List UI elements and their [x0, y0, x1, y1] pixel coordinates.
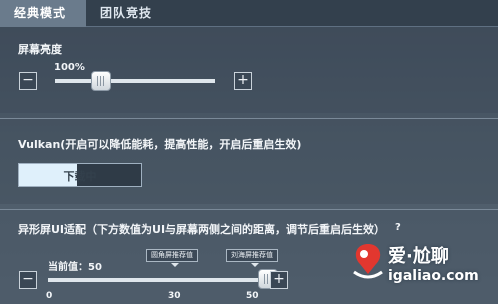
tick-30: 30 — [168, 291, 181, 301]
watermark-url: igaliao.com — [388, 268, 479, 284]
watermark: 爱·尬聊 igaliao.com — [348, 236, 498, 304]
tab-classic-mode[interactable]: 经典模式 — [0, 0, 86, 27]
help-icon[interactable]: ? — [395, 222, 401, 233]
vulkan-section — [0, 118, 498, 204]
rounded-screen-marker-arrow — [171, 263, 179, 267]
adapt-minus-button[interactable]: − — [19, 271, 37, 289]
brightness-plus-button[interactable]: + — [234, 72, 252, 90]
vulkan-title: Vulkan(开启可以降低能耗，提高性能，开启后重启生效) — [18, 138, 302, 151]
notch-screen-marker-arrow — [251, 263, 259, 267]
vulkan-status-label: 下载中 — [63, 170, 97, 183]
adapt-track[interactable] — [48, 278, 260, 282]
vulkan-toggle[interactable]: 下载中 — [18, 163, 142, 187]
brightness-title: 屏幕亮度 — [18, 43, 62, 56]
notch-screen-recommend-marker: 刘海屏推荐值 — [226, 249, 278, 262]
brightness-minus-button[interactable]: − — [19, 72, 37, 90]
watermark-title: 爱·尬聊 — [388, 246, 449, 267]
screen-adapt-title: 异形屏UI适配（下方数值为UI与屏幕两侧之间的距离，调节后重启后生效） — [18, 223, 386, 236]
tick-0: 0 — [46, 291, 53, 301]
adapt-plus-button[interactable]: + — [270, 271, 288, 289]
tick-50: 50 — [246, 291, 259, 301]
brightness-track[interactable] — [55, 79, 215, 83]
tab-team-battle[interactable]: 团队竞技 — [86, 0, 186, 27]
current-value-label: 当前值：50 — [48, 262, 102, 273]
tab-bar: 经典模式 团队竞技 — [0, 0, 498, 27]
brightness-value: 100% — [54, 62, 85, 73]
brightness-slider-handle[interactable] — [91, 71, 111, 91]
rounded-screen-recommend-marker: 圆角屏推荐值 — [146, 249, 198, 262]
logo-icon — [353, 244, 383, 279]
